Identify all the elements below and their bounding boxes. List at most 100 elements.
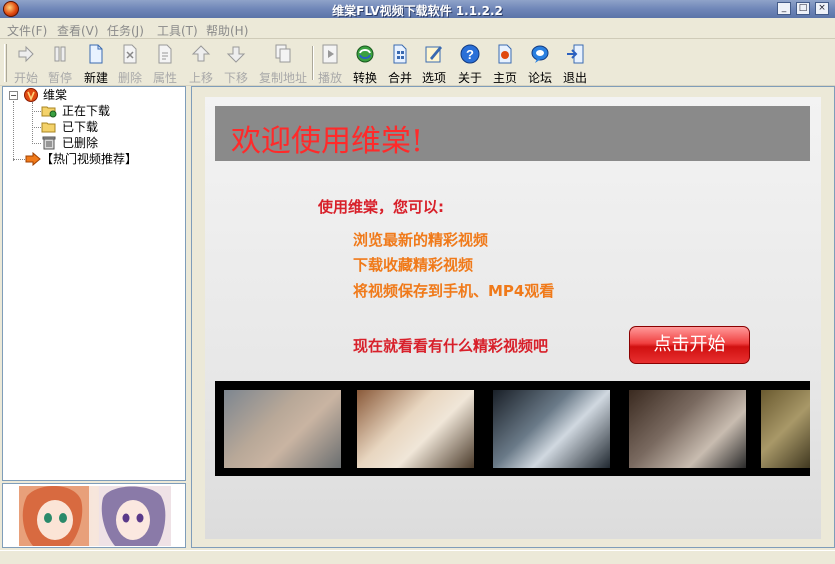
- tree-item-root-label: 维棠: [43, 88, 68, 102]
- pause-button[interactable]: 暂停: [46, 44, 74, 85]
- homepage-button[interactable]: 主页: [491, 44, 519, 85]
- copy-address-label: 复制地址: [258, 71, 307, 85]
- convert-icon: [356, 45, 374, 63]
- pause-label: 暂停: [47, 71, 72, 85]
- homepage-icon: [498, 44, 512, 64]
- tree-line: [32, 102, 33, 144]
- task-tree[interactable]: − 维棠 正在下载 已下载 已删除 【热门视频推荐】: [2, 86, 186, 481]
- homepage-label: 主页: [492, 71, 517, 85]
- exit-button[interactable]: 退出: [561, 44, 589, 85]
- start-label: 开始: [13, 71, 38, 85]
- weitang-logo-icon: [24, 88, 38, 102]
- tree-line: [13, 101, 14, 161]
- start-button[interactable]: 开始: [12, 44, 40, 85]
- copy-address-icon: [275, 44, 291, 63]
- play-media-icon: [322, 44, 338, 64]
- tree-line: [13, 159, 25, 160]
- tree-item-deleted-label: 已删除: [62, 136, 99, 150]
- merge-icon: [393, 44, 407, 64]
- video-thumbnail[interactable]: [629, 390, 746, 468]
- merge-label: 合并: [387, 71, 412, 85]
- trash-icon: [42, 136, 56, 150]
- move-down-label: 下移: [223, 71, 248, 85]
- menu-tools[interactable]: 工具(T): [157, 22, 198, 39]
- feature-item: 浏览最新的精彩视频: [353, 231, 489, 249]
- click-to-start-button[interactable]: 点击开始: [629, 326, 750, 364]
- welcome-title: 欢迎使用维棠!: [231, 124, 424, 159]
- options-icon: [425, 46, 442, 63]
- delete-label: 删除: [117, 71, 142, 85]
- merge-button[interactable]: 合并: [386, 44, 414, 85]
- tree-item-downloading-label: 正在下载: [62, 104, 111, 118]
- window-title: 维棠FLV视频下载软件 1.1.2.2: [332, 4, 503, 18]
- new-document-icon: [89, 44, 103, 64]
- new-label: 新建: [83, 71, 108, 85]
- video-thumbnail[interactable]: [224, 390, 341, 468]
- video-thumbnail[interactable]: [357, 390, 474, 468]
- move-up-icon: [191, 45, 211, 62]
- pause-icon: [54, 46, 66, 62]
- app-window: 维棠FLV视频下载软件 1.1.2.2 _ □ × 文件(F) 查看(V) 任务…: [0, 0, 835, 564]
- menu-help[interactable]: 帮助(H): [206, 22, 248, 39]
- options-label: 选项: [421, 71, 446, 85]
- properties-icon: [158, 44, 172, 64]
- about-label: 关于: [457, 71, 482, 85]
- anime-illustration: [19, 486, 171, 546]
- welcome-banner: 欢迎使用维棠!: [215, 106, 810, 161]
- move-down-button[interactable]: 下移: [222, 44, 250, 85]
- call-to-action-text: 现在就看看有什么精彩视频吧: [353, 337, 549, 355]
- feature-item: 下载收藏精彩视频: [353, 256, 474, 274]
- play-button[interactable]: 播放: [316, 44, 344, 85]
- forum-label: 论坛: [527, 71, 552, 85]
- convert-label: 转换: [352, 71, 377, 85]
- convert-button[interactable]: 转换: [351, 44, 379, 85]
- toolbar-separator: [312, 46, 314, 80]
- menu-file[interactable]: 文件(F): [7, 22, 47, 39]
- status-bar: [0, 550, 835, 564]
- arrow-right-icon: [25, 152, 41, 166]
- copy-address-button[interactable]: 复制地址: [258, 44, 308, 85]
- minimize-button[interactable]: _: [777, 2, 791, 15]
- menu-task[interactable]: 任务(J): [107, 22, 144, 39]
- toolbar-grip[interactable]: [4, 44, 7, 82]
- svg-text:?: ?: [466, 47, 474, 62]
- tree-item-recommend-label: 【热门视频推荐】: [41, 152, 138, 166]
- ad-image[interactable]: [19, 486, 171, 546]
- options-button[interactable]: 选项: [420, 44, 448, 85]
- move-up-button[interactable]: 上移: [187, 44, 215, 85]
- maximize-button[interactable]: □: [796, 2, 810, 15]
- about-button[interactable]: ? 关于: [456, 44, 484, 85]
- tree-collapse-toggle[interactable]: −: [9, 91, 18, 100]
- exit-label: 退出: [562, 71, 587, 85]
- video-thumbnail[interactable]: [761, 390, 810, 468]
- forum-button[interactable]: 论坛: [526, 44, 554, 85]
- welcome-panel: 欢迎使用维棠! 使用维棠，您可以: 浏览最新的精彩视频 下载收藏精彩视频 将视频…: [205, 97, 821, 539]
- features-heading: 使用维棠，您可以:: [318, 198, 444, 216]
- tree-line: [32, 127, 41, 128]
- video-filmstrip: [215, 381, 810, 476]
- ad-panel[interactable]: [2, 483, 186, 548]
- play-label: 播放: [317, 71, 342, 85]
- properties-label: 属性: [152, 71, 177, 85]
- properties-button[interactable]: 属性: [151, 44, 179, 85]
- feature-item: 将视频保存到手机、MP4观看: [353, 282, 555, 300]
- close-button[interactable]: ×: [815, 2, 829, 15]
- folder-downloading-icon: [41, 106, 57, 118]
- new-button[interactable]: 新建: [82, 44, 110, 85]
- toolbar: 开始 暂停 新建 删除 属性 上移 下移 复制地址 播放 转换 合并 选项 ? …: [0, 40, 835, 86]
- video-thumbnail[interactable]: [493, 390, 610, 468]
- menu-view[interactable]: 查看(V): [57, 22, 99, 39]
- folder-icon: [41, 122, 56, 133]
- move-up-label: 上移: [188, 71, 213, 85]
- play-arrow-icon: [18, 45, 34, 63]
- tree-item-downloaded-label: 已下载: [62, 120, 99, 134]
- tree-line: [32, 111, 41, 112]
- welcome-page: 欢迎使用维棠! 使用维棠，您可以: 浏览最新的精彩视频 下载收藏精彩视频 将视频…: [191, 86, 835, 548]
- delete-icon: [123, 44, 137, 64]
- title-bar[interactable]: 维棠FLV视频下载软件 1.1.2.2 _ □ ×: [0, 0, 835, 18]
- forum-icon: [531, 45, 549, 63]
- menu-bar: 文件(F) 查看(V) 任务(J) 工具(T) 帮助(H): [0, 19, 835, 39]
- exit-icon: [567, 44, 584, 64]
- about-icon: ?: [460, 44, 480, 64]
- delete-button[interactable]: 删除: [116, 44, 144, 85]
